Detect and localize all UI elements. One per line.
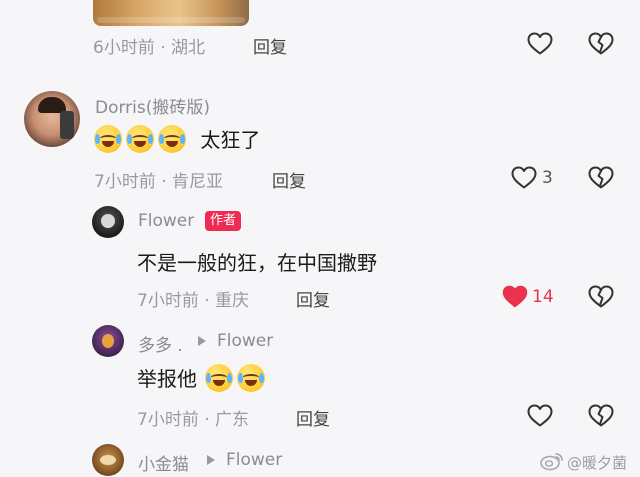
reply-button[interactable]: 回复 xyxy=(296,405,330,430)
author-badge: 作者 xyxy=(205,211,242,231)
avatar[interactable] xyxy=(92,206,124,238)
comment-text: 举报他 xyxy=(137,367,197,391)
like-count: 14 xyxy=(532,287,554,307)
crying-laughing-emoji-icon xyxy=(94,124,122,153)
crying-laughing-emoji-icon xyxy=(158,124,186,153)
broken-heart-icon[interactable] xyxy=(588,32,614,56)
heart-filled-icon[interactable] xyxy=(502,285,528,309)
broken-heart-icon[interactable] xyxy=(588,285,614,309)
comment-image[interactable] xyxy=(93,0,249,26)
comment-text-row: 太狂了 xyxy=(94,124,260,153)
watermark-text: @暖夕菌 xyxy=(567,454,628,472)
reply-button[interactable]: 回复 xyxy=(296,286,330,311)
reply-to-username[interactable]: Flower xyxy=(226,450,282,470)
comment-username[interactable]: Dorris(搬砖版) xyxy=(95,93,210,118)
comment-username[interactable]: 多多 . xyxy=(138,331,183,356)
comment-text: 不是一般的狂，在中国撒野 xyxy=(137,251,377,275)
broken-heart-icon[interactable] xyxy=(588,166,614,190)
reply-button[interactable]: 回复 xyxy=(272,167,306,192)
comment-time-location: 7小时前 · 广东 xyxy=(137,410,250,430)
comment-username[interactable]: Flower xyxy=(138,211,194,231)
crying-laughing-emoji-icon xyxy=(126,124,154,153)
heart-outline-icon[interactable] xyxy=(511,166,537,190)
comment-time-location: 6小时前 · 湖北 xyxy=(93,38,206,58)
comment-text: 太狂了 xyxy=(200,128,261,152)
avatar[interactable] xyxy=(24,91,80,147)
like-count: 3 xyxy=(542,168,553,188)
crying-laughing-emoji-icon xyxy=(205,363,234,392)
broken-heart-icon[interactable] xyxy=(588,404,614,428)
heart-outline-icon[interactable] xyxy=(527,404,553,428)
avatar[interactable] xyxy=(92,444,124,476)
weibo-logo-icon xyxy=(540,453,563,471)
comment-time-location: 7小时前 · 肯尼亚 xyxy=(94,172,224,192)
heart-outline-icon[interactable] xyxy=(527,32,553,56)
reply-to-username[interactable]: Flower xyxy=(217,331,273,351)
reply-arrow-icon xyxy=(207,455,215,465)
crying-laughing-emoji-icon xyxy=(237,363,266,392)
comment-username[interactable]: 小金猫 xyxy=(138,450,189,475)
reply-button[interactable]: 回复 xyxy=(253,33,287,58)
comment-time-location: 7小时前 · 重庆 xyxy=(137,291,250,311)
avatar[interactable] xyxy=(92,325,124,357)
comment-text-row: 举报他 xyxy=(137,363,269,392)
reply-arrow-icon xyxy=(198,336,206,346)
